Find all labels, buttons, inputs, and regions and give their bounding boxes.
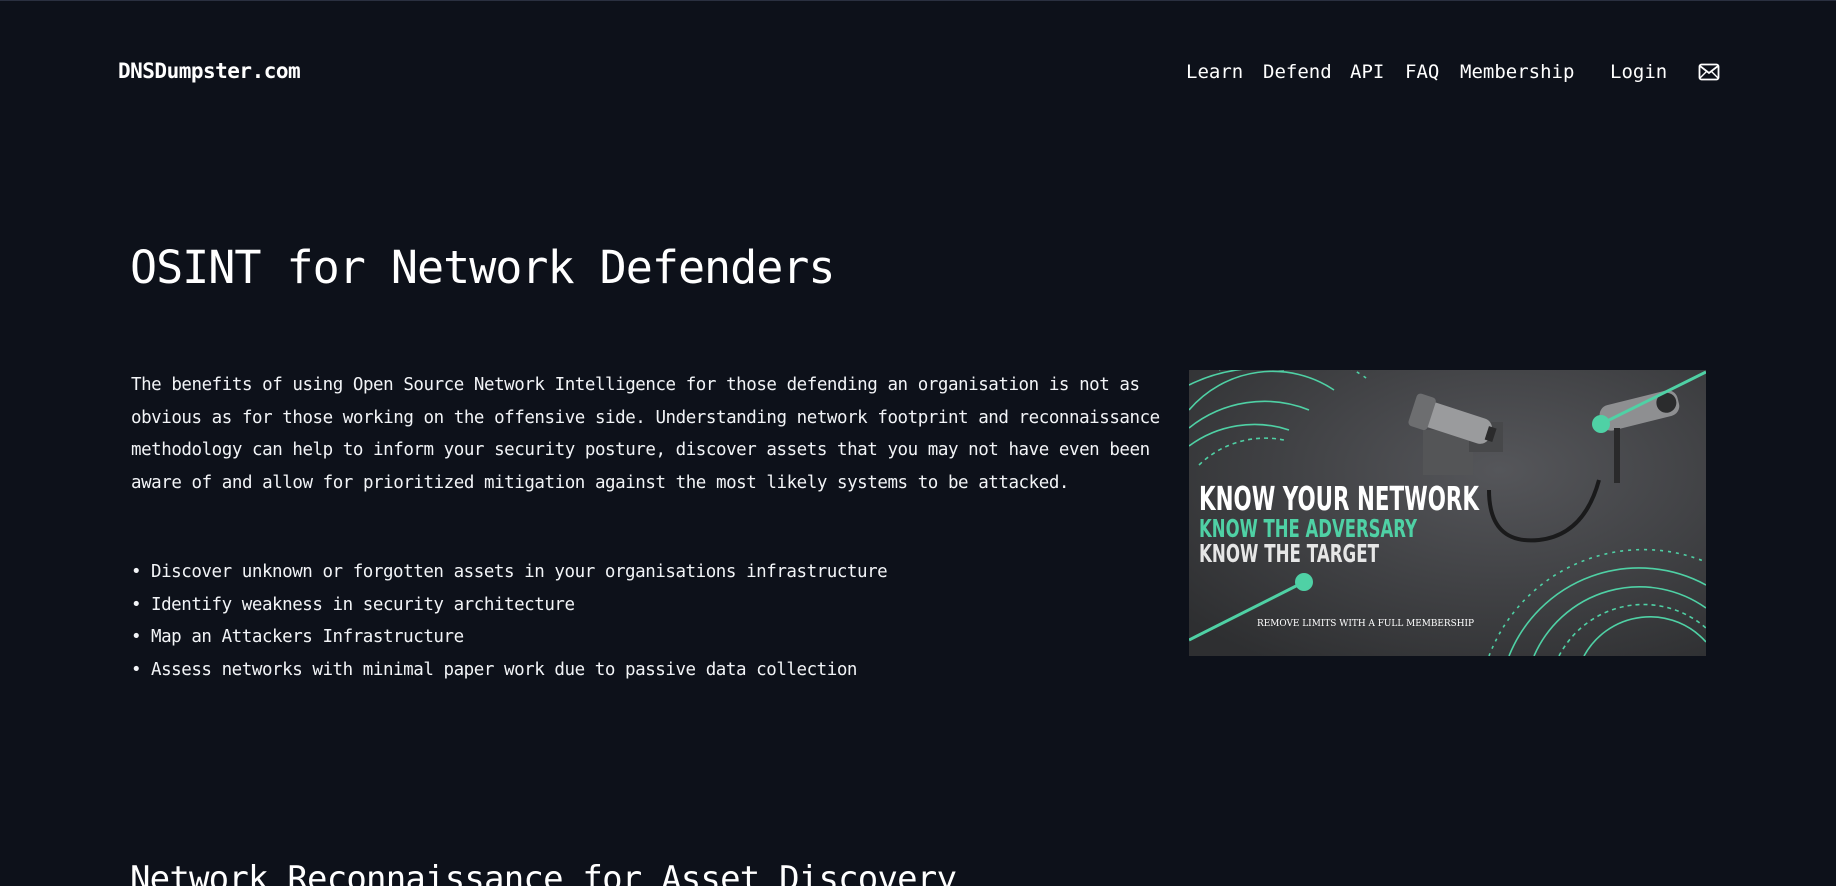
accent-dot <box>1295 573 1313 591</box>
benefits-list: • Discover unknown or forgotten assets in… <box>131 556 888 686</box>
page-title: OSINT for Network Defenders <box>130 241 835 294</box>
envelope-icon[interactable] <box>1698 63 1720 81</box>
promo-line-3: KNOW THE TARGET <box>1199 539 1379 568</box>
nav-faq[interactable]: FAQ <box>1405 61 1439 83</box>
promo-tagline: REMOVE LIMITS WITH A FULL MEMBERSHIP <box>1257 619 1474 629</box>
list-item: • Assess networks with minimal paper work… <box>131 659 858 680</box>
nav-api[interactable]: API <box>1350 61 1384 83</box>
top-nav: Learn Defend API FAQ Membership Login <box>0 61 1836 89</box>
intro-paragraph: The benefits of using Open Source Networ… <box>131 375 1160 493</box>
list-item: • Identify weakness in security architect… <box>131 594 575 615</box>
list-item: • Map an Attackers Infrastructure <box>131 627 464 647</box>
nav-defend[interactable]: Defend <box>1263 61 1332 83</box>
nav-membership[interactable]: Membership <box>1460 61 1574 83</box>
promo-line-1: KNOW YOUR NETWORK <box>1199 479 1480 518</box>
membership-promo-banner[interactable]: KNOW YOUR NETWORK KNOW THE ADVERSARY KNO… <box>1189 370 1706 656</box>
nav-login[interactable]: Login <box>1610 61 1667 83</box>
accent-dot <box>1592 415 1610 433</box>
nav-learn[interactable]: Learn <box>1186 61 1243 83</box>
list-item: • Discover unknown or forgotten assets in… <box>131 562 888 582</box>
page: DNSDumpster.com Learn Defend API FAQ Mem… <box>0 0 1836 886</box>
section-title: Network Reconnaissance for Asset Discove… <box>130 859 957 886</box>
